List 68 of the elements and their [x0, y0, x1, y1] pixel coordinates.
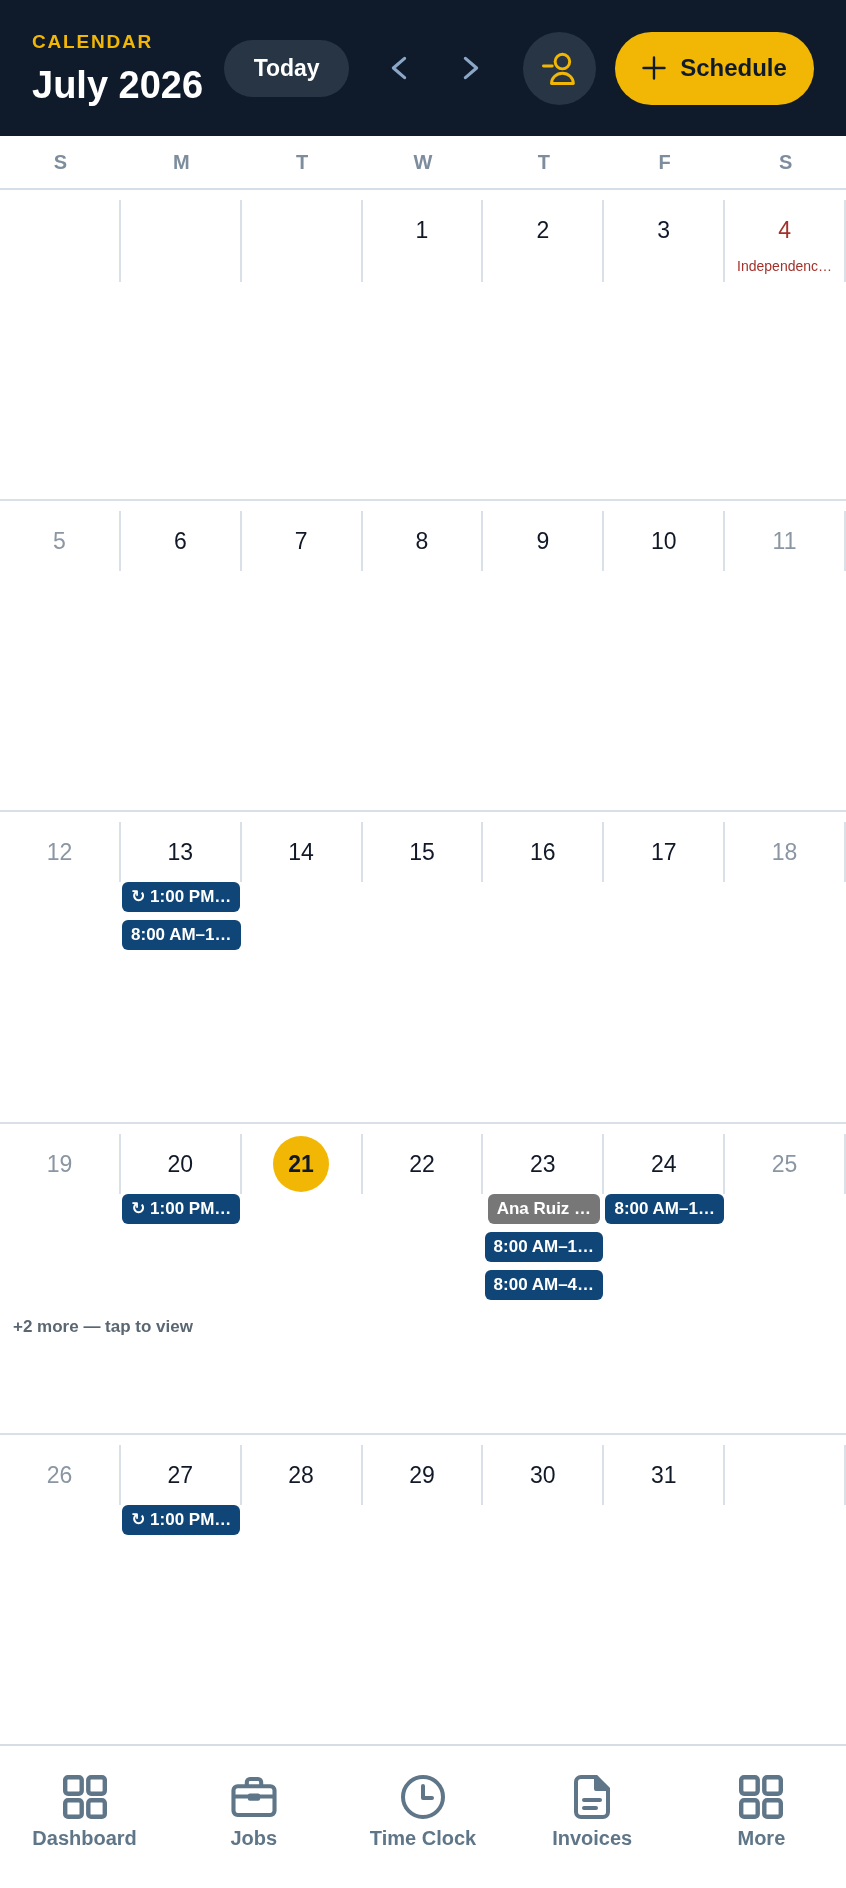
event-chip[interactable]: ↻ 1:00 PM… [122, 882, 241, 913]
date-number: 23 [530, 1149, 556, 1178]
person-minus-icon [542, 51, 578, 85]
section-label: CALENDAR [32, 30, 153, 53]
weekday-label: F [658, 150, 671, 174]
event-chip[interactable]: 8:00 AM–4… [484, 1269, 604, 1300]
date-number: 31 [650, 1460, 677, 1489]
schedule-button[interactable]: Schedule [615, 31, 814, 105]
event-chip[interactable]: Ana Ruiz … [487, 1193, 601, 1224]
weekday-label: T [296, 150, 309, 174]
briefcase-icon [230, 1777, 277, 1817]
grid-icon [739, 1775, 784, 1819]
more-events-link[interactable]: +2 more — tap to view [13, 1316, 193, 1337]
clock-icon [401, 1775, 445, 1819]
previous-month-button[interactable] [391, 56, 408, 80]
date-number: 2 [536, 216, 550, 244]
date-number: 26 [46, 1460, 73, 1489]
date-number: 9 [536, 527, 550, 556]
event-chip[interactable]: 8:00 AM–1… [605, 1193, 724, 1224]
date-number: 25 [771, 1149, 798, 1178]
date-number: 1 [415, 216, 429, 244]
date-number: 30 [530, 1460, 556, 1489]
date-number: 29 [409, 1460, 435, 1489]
today-button[interactable]: Today [224, 39, 350, 97]
holiday-label: Independenc… [737, 258, 833, 274]
date-number: 14 [288, 838, 314, 867]
date-number: 20 [167, 1149, 194, 1178]
date-number: 19 [46, 1149, 73, 1178]
date-number: 18 [771, 838, 798, 867]
nav-tab[interactable]: Dashboard [32, 1775, 137, 1850]
date-number: 5 [53, 527, 66, 556]
date-number: 17 [650, 838, 677, 867]
event-chip[interactable]: ↻ 1:00 PM… [122, 1193, 241, 1224]
date-number: 3 [657, 216, 671, 244]
weekday-label: S [53, 150, 68, 174]
date-number: 8 [415, 527, 429, 556]
document-icon [574, 1775, 611, 1819]
next-month-button[interactable] [463, 56, 480, 80]
date-number: 7 [294, 527, 308, 556]
date-number: 21 [273, 1135, 330, 1192]
date-number: 28 [288, 1460, 314, 1489]
date-number: 16 [530, 838, 556, 867]
weekday-label: S [778, 150, 793, 174]
grid-icon [62, 1775, 107, 1819]
nav-tab[interactable]: More [737, 1775, 786, 1850]
event-chip[interactable]: 8:00 AM–1… [122, 920, 241, 951]
date-number: 15 [409, 838, 435, 867]
month-title: July 2026 [32, 63, 204, 106]
date-number: 11 [772, 527, 797, 556]
plus-icon [642, 56, 667, 80]
chevron-right-icon [463, 56, 480, 80]
weekday-label: M [172, 150, 190, 174]
nav-tab[interactable]: Invoices [552, 1775, 633, 1850]
event-chip[interactable]: 8:00 AM–1… [484, 1231, 604, 1262]
date-number: 4 [778, 216, 791, 244]
chevron-left-icon [391, 56, 408, 80]
date-number: 27 [167, 1460, 194, 1489]
date-number: 13 [167, 838, 194, 867]
date-number: 6 [173, 527, 187, 556]
date-number: 22 [409, 1149, 435, 1178]
nav-tab[interactable]: Jobs [230, 1775, 278, 1850]
event-chip[interactable]: ↻ 1:00 PM… [122, 1504, 241, 1535]
date-number: 12 [46, 838, 73, 867]
weekday-label: W [413, 150, 433, 174]
date-number: 10 [650, 527, 677, 556]
weekday-label: T [537, 150, 550, 174]
nav-tab[interactable]: Time Clock [369, 1775, 477, 1850]
date-number: 24 [650, 1149, 677, 1178]
